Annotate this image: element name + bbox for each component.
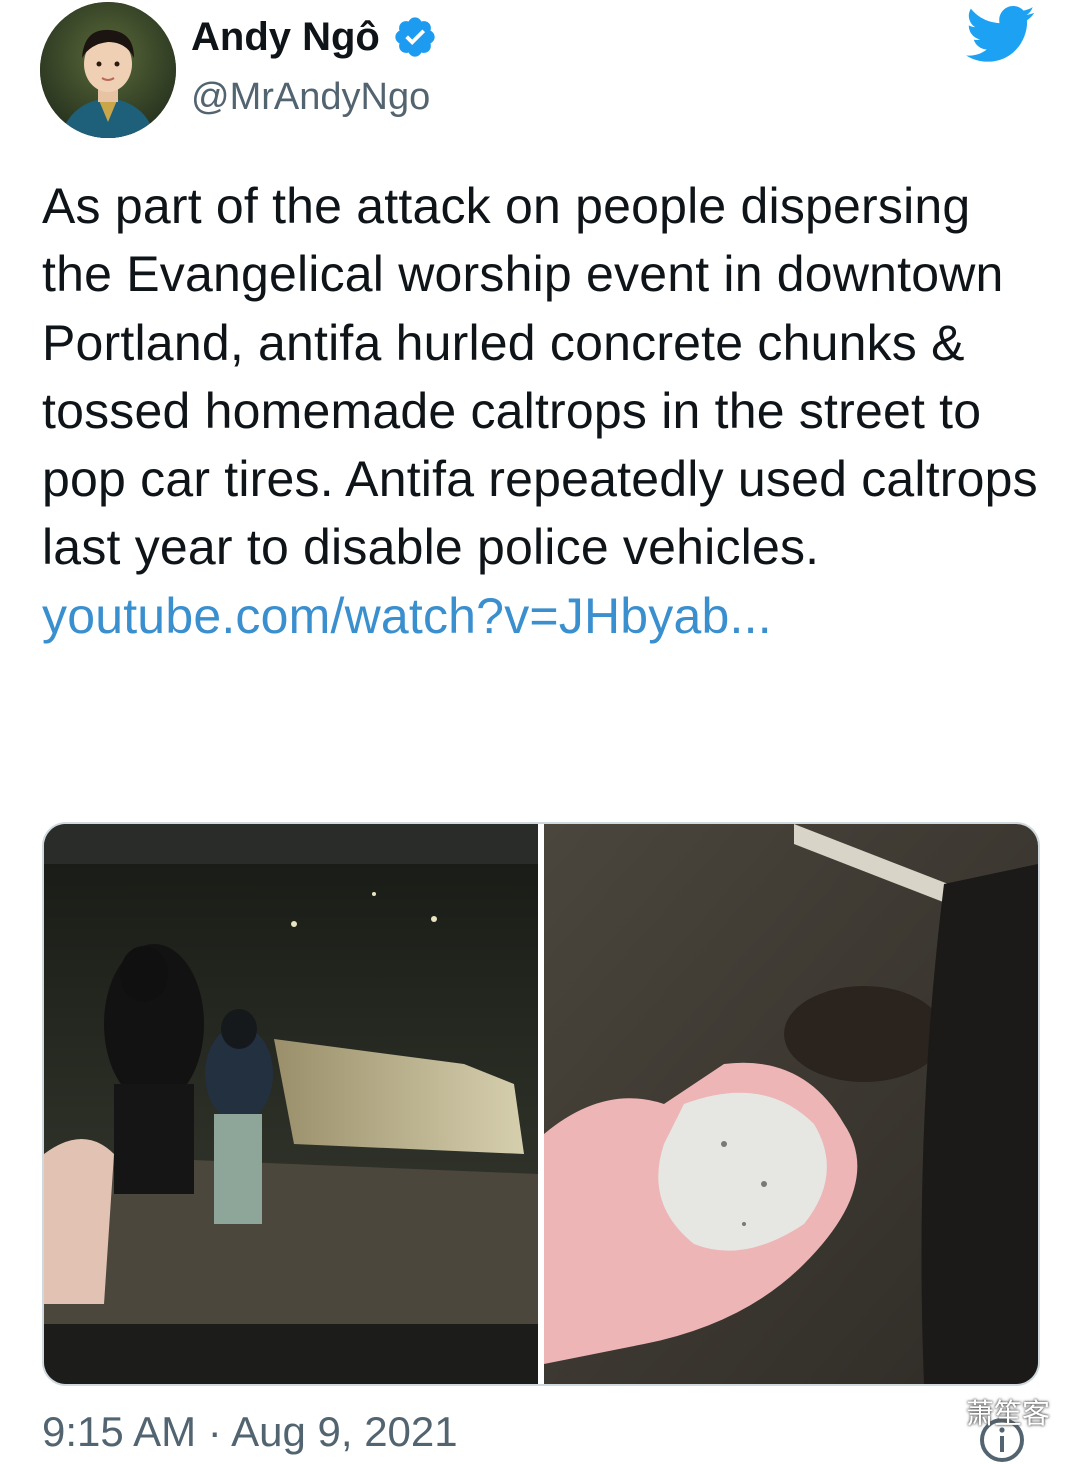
author-handle[interactable]: @MrAndyNgo (191, 76, 430, 119)
tweet-link[interactable]: youtube.com/watch?v=JHbyab... (42, 588, 772, 644)
twitter-bird-icon[interactable] (966, 6, 1036, 64)
author-avatar[interactable] (40, 2, 176, 138)
tweet-media[interactable] (42, 822, 1040, 1386)
tweet-text: As part of the attack on people dispersi… (42, 172, 1052, 650)
left-photo (44, 824, 538, 1384)
author-name-row[interactable]: Andy Ngô (191, 14, 438, 60)
verified-badge-icon (395, 17, 435, 57)
tweet-timestamp[interactable]: 9:15 AM · Aug 9, 2021 (42, 1408, 458, 1456)
watermark: 萧笙客 (910, 1392, 1050, 1432)
author-name[interactable]: Andy Ngô (191, 15, 380, 60)
watermark-label: 萧笙客 (966, 1398, 1051, 1429)
tweet-body: As part of the attack on people dispersi… (42, 178, 1038, 576)
right-photo (544, 824, 1038, 1384)
media-images (44, 824, 1038, 1384)
avatar-image (40, 2, 176, 138)
wechat-icon (911, 1396, 958, 1428)
